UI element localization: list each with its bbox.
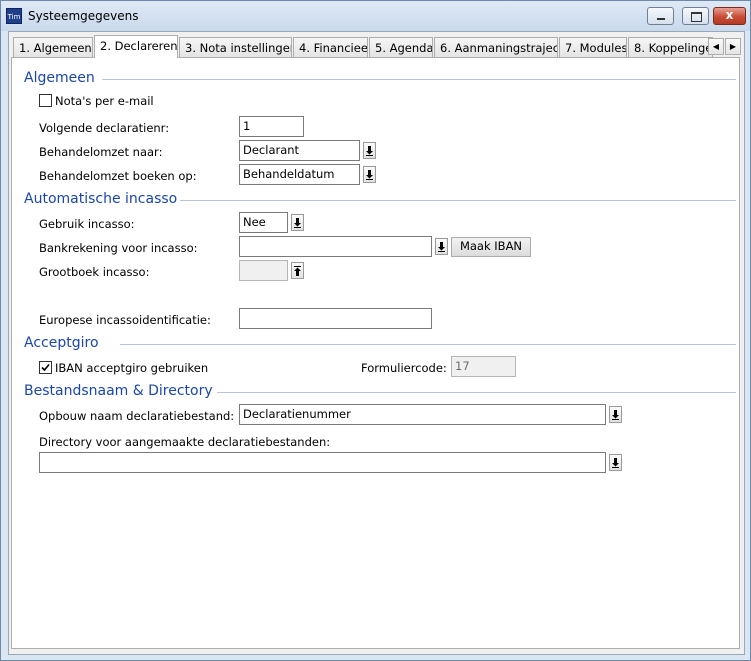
tab-aanmaningstraject[interactable]: 6. Aanmaningstraject: [434, 37, 558, 57]
bankrekening-select[interactable]: [239, 236, 432, 257]
section-divider: [180, 200, 736, 201]
dialog-client: 1. Algemeen 2. Declareren 3. Nota instel…: [8, 31, 745, 655]
bankrekening-dropdown-icon[interactable]: [435, 238, 448, 255]
section-divider: [217, 392, 736, 393]
tab-scroll-right-icon[interactable]: ▶: [725, 38, 741, 55]
gebruik-incasso-select[interactable]: Nee: [239, 212, 288, 233]
opbouw-select[interactable]: Declaratienummer: [239, 404, 606, 425]
tab-page-declareren: Algemeen Nota's per e-mail Volgende decl…: [11, 57, 740, 649]
minimize-button[interactable]: [647, 7, 674, 25]
section-heading-acceptgiro: Acceptgiro: [24, 335, 99, 351]
grootboek-lookup-icon[interactable]: [291, 262, 304, 279]
tab-agenda[interactable]: 5. Agenda: [369, 37, 433, 57]
section-divider: [120, 344, 736, 345]
app-icon: Tim: [6, 8, 22, 24]
iban-acceptgiro-checkbox[interactable]: [39, 361, 52, 374]
section-heading-bestandsnaam: Bestandsnaam & Directory: [24, 383, 213, 399]
opbouw-dropdown-icon[interactable]: [609, 406, 622, 423]
omzet-boeken-label: Behandelomzet boeken op:: [39, 169, 197, 183]
directory-dropdown-icon[interactable]: [609, 454, 622, 471]
directory-select[interactable]: [39, 452, 606, 473]
section-divider: [102, 79, 736, 80]
grootboek-label: Grootboek incasso:: [39, 265, 150, 279]
omzet-naar-label: Behandelomzet naar:: [39, 145, 163, 159]
europese-input[interactable]: [239, 308, 432, 329]
tab-modules[interactable]: 7. Modules: [559, 37, 627, 57]
gebruik-incasso-dropdown-icon[interactable]: [291, 214, 304, 231]
tab-scroll-left-icon[interactable]: ◀: [708, 38, 724, 55]
section-heading-algemeen: Algemeen: [24, 70, 95, 86]
email-checkbox[interactable]: [39, 94, 52, 107]
tab-financieel[interactable]: 4. Financieel: [293, 37, 368, 57]
omzet-boeken-select[interactable]: Behandeldatum: [239, 164, 360, 185]
bankrekening-label: Bankrekening voor incasso:: [39, 241, 198, 255]
opbouw-label: Opbouw naam declaratiebestand:: [39, 409, 235, 423]
europese-label: Europese incassoidentificatie:: [39, 313, 211, 327]
formuliercode-label: Formuliercode:: [361, 361, 447, 375]
title-bar[interactable]: Tim Systeemgegevens x: [1, 1, 750, 31]
window-title: Systeemgegevens: [28, 9, 139, 23]
volgende-input[interactable]: 1: [239, 116, 304, 137]
close-button[interactable]: x: [713, 7, 746, 25]
tab-strip: 1. Algemeen 2. Declareren 3. Nota instel…: [11, 35, 744, 58]
section-heading-incasso: Automatische incasso: [24, 191, 178, 207]
maximize-button[interactable]: [682, 7, 709, 25]
window: Tim Systeemgegevens x 1. Algemeen 2. Dec…: [0, 0, 751, 661]
gebruik-incasso-label: Gebruik incasso:: [39, 217, 135, 231]
directory-label: Directory voor aangemaakte declaratiebes…: [39, 435, 331, 449]
tab-declareren[interactable]: 2. Declareren: [94, 35, 178, 58]
tab-koppelingen[interactable]: 8. Koppelinger: [628, 37, 713, 57]
omzet-naar-dropdown-icon[interactable]: [363, 142, 376, 159]
iban-acceptgiro-label: IBAN acceptgiro gebruiken: [55, 361, 209, 375]
formuliercode-input[interactable]: 17: [451, 356, 516, 377]
omzet-naar-select[interactable]: Declarant: [239, 140, 360, 161]
tab-algemeen[interactable]: 1. Algemeen: [13, 37, 93, 57]
maak-iban-button[interactable]: Maak IBAN: [451, 237, 531, 257]
omzet-boeken-dropdown-icon[interactable]: [363, 166, 376, 183]
volgende-label: Volgende declaratienr:: [39, 121, 170, 135]
tab-nota-instellingen[interactable]: 3. Nota instellingen: [179, 37, 292, 57]
grootboek-input[interactable]: [239, 260, 288, 281]
email-label: Nota's per e-mail: [55, 94, 154, 108]
